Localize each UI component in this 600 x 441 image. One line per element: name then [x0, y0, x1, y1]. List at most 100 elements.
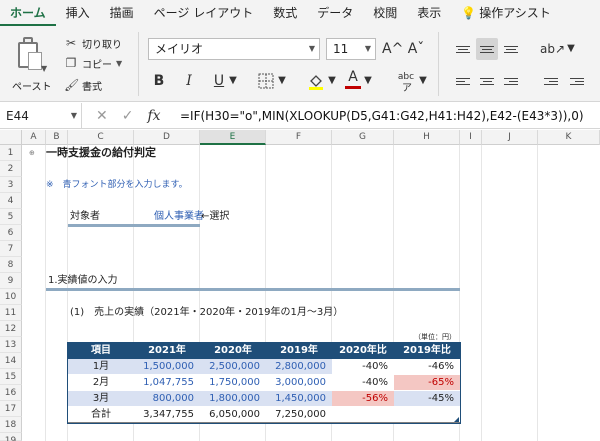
- row-header-16[interactable]: 16: [0, 385, 22, 401]
- table-total-2019[interactable]: 7,250,000: [266, 407, 332, 423]
- row-header-4[interactable]: 4: [0, 193, 22, 209]
- tab-view[interactable]: 表示: [407, 0, 451, 26]
- copy-button[interactable]: ❐ コピー ▼: [64, 54, 123, 72]
- row-header-15[interactable]: 15: [0, 369, 22, 385]
- font-color-button[interactable]: A: [344, 68, 362, 90]
- table-cell-ratio-2020[interactable]: -56%: [332, 391, 394, 407]
- borders-icon[interactable]: [256, 70, 276, 92]
- align-top-icon[interactable]: [452, 38, 474, 60]
- tab-tell-me[interactable]: 💡 操作アシスト: [451, 0, 560, 26]
- confirm-icon[interactable]: ✓: [122, 108, 134, 124]
- table-resize-handle[interactable]: [454, 417, 459, 422]
- cut-button[interactable]: ✂ 切り取り: [64, 34, 122, 52]
- italic-button[interactable]: I: [180, 70, 198, 92]
- row-header-2[interactable]: 2: [0, 161, 22, 177]
- table-cell-month[interactable]: 1月: [68, 359, 134, 375]
- table-cell-2020[interactable]: 1,800,000: [200, 391, 266, 407]
- chevron-down-icon[interactable]: ▼: [566, 38, 576, 60]
- fill-color-button[interactable]: [306, 70, 326, 92]
- table-cell-2019[interactable]: 3,000,000: [266, 375, 332, 391]
- row-header-6[interactable]: 6: [0, 225, 22, 241]
- row-header-17[interactable]: 17: [0, 401, 22, 417]
- align-left-icon[interactable]: [452, 70, 474, 92]
- table-cell-month[interactable]: 3月: [68, 391, 134, 407]
- font-size-select[interactable]: 11 ▼: [326, 38, 376, 60]
- bold-button[interactable]: B: [150, 70, 168, 92]
- chevron-down-icon[interactable]: ▼: [116, 59, 122, 68]
- table-cell-2021[interactable]: 800,000: [134, 391, 200, 407]
- chevron-down-icon[interactable]: ▼: [277, 70, 287, 92]
- table-total-blank[interactable]: [332, 407, 460, 423]
- row-header-10[interactable]: 10: [0, 289, 22, 305]
- row-header-18[interactable]: 18: [0, 417, 22, 433]
- table-cell-ratio-2019[interactable]: -46%: [394, 359, 460, 375]
- table-total-2021[interactable]: 3,347,755: [134, 407, 200, 423]
- column-header-a[interactable]: A: [22, 130, 46, 145]
- table-cell-2019[interactable]: 2,800,000: [266, 359, 332, 375]
- column-header-d[interactable]: D: [134, 130, 200, 145]
- orientation-icon[interactable]: ab↗: [540, 38, 565, 60]
- chevron-down-icon[interactable]: ▼: [363, 70, 373, 92]
- increase-indent-icon[interactable]: [566, 70, 588, 92]
- row-header-19[interactable]: 19: [0, 433, 22, 441]
- table-cell-2020[interactable]: 2,500,000: [200, 359, 266, 375]
- align-middle-icon[interactable]: [476, 38, 498, 60]
- row-header-12[interactable]: 12: [0, 321, 22, 337]
- row-header-7[interactable]: 7: [0, 241, 22, 257]
- chevron-down-icon[interactable]: ▼: [327, 70, 337, 92]
- align-center-icon[interactable]: [476, 70, 498, 92]
- cancel-icon[interactable]: ✕: [96, 108, 108, 124]
- row-header-5[interactable]: 5: [0, 209, 22, 225]
- table-total-2020[interactable]: 6,050,000: [200, 407, 266, 423]
- table-cell-month[interactable]: 2月: [68, 375, 134, 391]
- tab-home[interactable]: ホーム: [0, 0, 56, 26]
- column-header-i[interactable]: I: [460, 130, 482, 145]
- table-cell-ratio-2020[interactable]: -40%: [332, 359, 394, 375]
- column-header-j[interactable]: J: [482, 130, 538, 145]
- column-header-c[interactable]: C: [68, 130, 134, 145]
- column-header-k[interactable]: K: [538, 130, 600, 145]
- format-painter-button[interactable]: 🖌 書式: [64, 76, 102, 94]
- row-header-14[interactable]: 14: [0, 353, 22, 369]
- tab-page-layout[interactable]: ページ レイアウト: [144, 0, 264, 26]
- row-header-1[interactable]: 1: [0, 145, 22, 161]
- chevron-down-icon[interactable]: ▼: [71, 103, 77, 129]
- table-cell-2020[interactable]: 1,750,000: [200, 375, 266, 391]
- row-header-11[interactable]: 11: [0, 305, 22, 321]
- align-bottom-icon[interactable]: [500, 38, 522, 60]
- decrease-indent-icon[interactable]: [540, 70, 562, 92]
- row-header-9[interactable]: 9: [0, 273, 22, 289]
- table-cell-2019[interactable]: 1,450,000: [266, 391, 332, 407]
- row-header-13[interactable]: 13: [0, 337, 22, 353]
- chevron-down-icon[interactable]: ▼: [418, 70, 428, 92]
- row-header-8[interactable]: 8: [0, 257, 22, 273]
- shrink-font-button[interactable]: Aˇ: [406, 38, 426, 60]
- paste-button[interactable]: ▼ ペースト: [8, 34, 52, 96]
- column-header-h[interactable]: H: [394, 130, 460, 145]
- name-box[interactable]: E44 ▼: [0, 102, 82, 129]
- column-header-b[interactable]: B: [46, 130, 68, 145]
- grow-font-button[interactable]: A^: [382, 38, 403, 60]
- target-value[interactable]: 個人事業者: [154, 209, 204, 225]
- table-cell-ratio-2020[interactable]: -40%: [332, 375, 394, 391]
- underline-button[interactable]: U: [210, 70, 228, 92]
- outline-icon[interactable]: ⊕: [29, 145, 35, 161]
- table-cell-ratio-2019[interactable]: -65%: [394, 375, 460, 391]
- font-name-select[interactable]: メイリオ ▼: [148, 38, 320, 60]
- insert-function-icon[interactable]: fx: [147, 108, 160, 124]
- align-right-icon[interactable]: [500, 70, 522, 92]
- formula-input[interactable]: =IF(H30="o",MIN(XLOOKUP(D5,G41:G42,H41:H…: [180, 109, 584, 123]
- tab-draw[interactable]: 描画: [100, 0, 144, 26]
- row-header-3[interactable]: 3: [0, 177, 22, 193]
- chevron-down-icon[interactable]: ▼: [41, 64, 47, 73]
- tab-data[interactable]: データ: [307, 0, 363, 26]
- tab-insert[interactable]: 挿入: [56, 0, 100, 26]
- table-cell-2021[interactable]: 1,047,755: [134, 375, 200, 391]
- table-cell-2021[interactable]: 1,500,000: [134, 359, 200, 375]
- select-all-corner[interactable]: [0, 130, 22, 145]
- table-total-label[interactable]: 合計: [68, 407, 134, 423]
- column-header-f[interactable]: F: [266, 130, 332, 145]
- tab-formulas[interactable]: 数式: [263, 0, 307, 26]
- table-cell-ratio-2019[interactable]: -45%: [394, 391, 460, 407]
- column-header-g[interactable]: G: [332, 130, 394, 145]
